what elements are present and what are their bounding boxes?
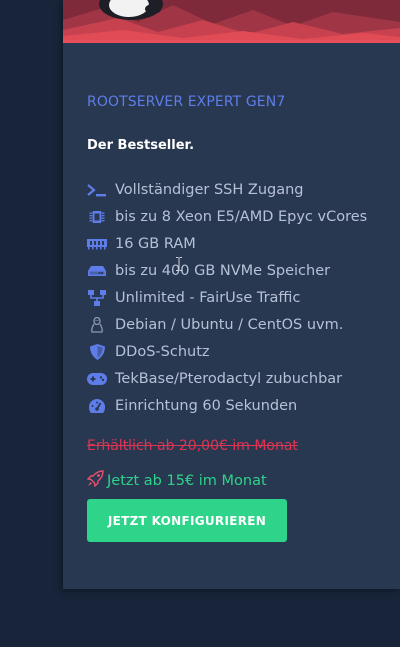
linux-icon xyxy=(87,315,107,335)
feature-item: Debian / Ubuntu / CentOS uvm. xyxy=(87,311,367,338)
mountain-illustration xyxy=(63,0,400,43)
feature-item: bis zu 400 GB NVMe Speicher xyxy=(87,257,367,284)
feature-list: Vollständiger SSH Zugang bis zu 8 Xeon E… xyxy=(87,176,367,419)
feature-label: TekBase/Pterodactyl zubuchbar xyxy=(115,370,343,387)
feature-label: Debian / Ubuntu / CentOS uvm. xyxy=(115,316,344,333)
plan-card: ROOTSERVER EXPERT GEN7 Der Bestseller. V… xyxy=(63,0,400,589)
tachometer-icon xyxy=(87,396,107,416)
feature-label: Vollständiger SSH Zugang xyxy=(115,181,304,198)
feature-item: Einrichtung 60 Sekunden xyxy=(87,392,367,419)
new-price: Jetzt ab 15€ im Monat xyxy=(86,470,267,491)
gamepad-icon xyxy=(87,369,107,389)
network-icon xyxy=(87,288,107,308)
feature-label: 16 GB RAM xyxy=(115,235,196,252)
feature-item: Vollständiger SSH Zugang xyxy=(87,176,367,203)
feature-label: DDoS-Schutz xyxy=(115,343,210,360)
feature-label: bis zu 8 Xeon E5/AMD Epyc vCores xyxy=(115,208,368,225)
feature-item: 16 GB RAM xyxy=(87,230,367,257)
old-price: Erhältlich ab 20,00€ im Monat xyxy=(87,438,298,454)
feature-label: Unlimited - FairUse Traffic xyxy=(115,289,301,306)
feature-label: bis zu 400 GB NVMe Speicher xyxy=(115,262,331,279)
feature-label: Einrichtung 60 Sekunden xyxy=(115,397,298,414)
plan-title: ROOTSERVER EXPERT GEN7 xyxy=(87,94,286,110)
plan-subtitle: Der Bestseller. xyxy=(87,138,195,153)
card-banner-illustration xyxy=(63,0,400,43)
feature-item: Unlimited - FairUse Traffic xyxy=(87,284,367,311)
feature-item: DDoS-Schutz xyxy=(87,338,367,365)
cpu-icon xyxy=(87,207,107,227)
feature-item: TekBase/Pterodactyl zubuchbar xyxy=(87,365,367,392)
shield-icon xyxy=(87,342,107,362)
feature-item: bis zu 8 Xeon E5/AMD Epyc vCores xyxy=(87,203,367,230)
configure-button[interactable]: JETZT KONFIGURIEREN xyxy=(87,499,287,542)
rocket-icon xyxy=(86,470,104,491)
memory-icon xyxy=(87,234,107,254)
new-price-label: Jetzt ab 15€ im Monat xyxy=(107,472,267,489)
terminal-icon xyxy=(87,180,107,200)
hdd-icon xyxy=(87,261,107,281)
text-cursor-icon xyxy=(176,256,182,271)
